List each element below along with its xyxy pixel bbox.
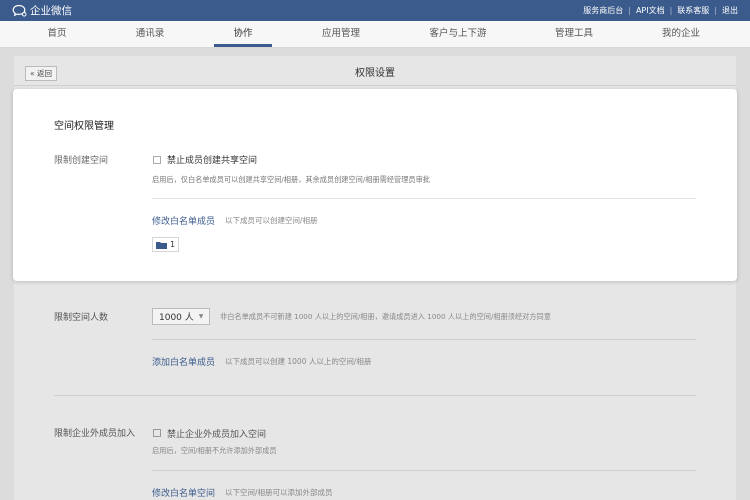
divider [152, 470, 696, 471]
external-limit-label: 限制企业外成员加入 [54, 429, 136, 439]
external-whitelist-hint: 以下空间/相册可以添加外部成员 [225, 488, 333, 497]
highlighted-card: 空间权限管理 限制创建空间 禁止成员创建共享空间 启用后，仅白名单成员可以创建共… [13, 89, 737, 281]
nav-home[interactable]: 首页 [47, 21, 66, 48]
divider [152, 339, 696, 340]
section-divider [54, 395, 696, 396]
create-whitelist-hint: 以下成员可以创建空间/相册 [225, 216, 318, 225]
divider [152, 198, 696, 199]
logo[interactable]: 企业微信 [12, 3, 72, 18]
external-whitelist-link[interactable]: 修改白名单空间 [152, 486, 215, 499]
size-limit-label: 限制空间人数 [54, 313, 109, 323]
section-title: 空间权限管理 [54, 121, 114, 132]
size-limit-whitelist-hint: 以下成员可以创建 1000 人以上的空间/相册 [225, 357, 372, 366]
create-limit-label: 限制创建空间 [54, 156, 109, 166]
whitelist-count: 1 [170, 240, 176, 249]
wecom-logo-icon [12, 4, 27, 17]
folder-icon [156, 241, 167, 249]
separator: | [628, 6, 631, 15]
whitelist-department-tag[interactable]: 1 [152, 237, 180, 252]
chevron-down-icon: ▼ [198, 313, 204, 320]
nav-management-tools[interactable]: 管理工具 [555, 21, 593, 48]
top-link-support[interactable]: 联系客服 [677, 5, 709, 16]
app-title: 企业微信 [30, 5, 72, 17]
member-limit-select[interactable]: 1000 人 ▼ [152, 308, 211, 325]
top-bar: 企业微信 服务商后台 | API文档 | 联系客服 | 退出 [0, 0, 750, 21]
create-limit-checkbox[interactable] [153, 156, 161, 164]
create-whitelist-link[interactable]: 修改白名单成员 [152, 214, 215, 227]
external-limit-checkbox-label[interactable]: 禁止企业外成员加入空间 [167, 427, 266, 440]
top-link-api-docs[interactable]: API文档 [636, 5, 665, 16]
top-link-logout[interactable]: 退出 [722, 5, 738, 16]
external-limit-desc: 启用后，空间/相册不允许添加外部成员 [152, 446, 277, 455]
main-nav: 首页 通讯录 协作 应用管理 客户与上下游 管理工具 我的企业 [0, 21, 750, 48]
create-limit-desc: 启用后，仅白名单成员可以创建共享空间/相册，其余成员创建空间/相册需经管理员审批 [152, 175, 430, 184]
separator: | [669, 6, 673, 15]
size-limit-desc: 非白名单成员不可新建 1000 人以上的空间/相册，邀请成员进入 1000 人以… [220, 312, 551, 321]
top-link-service-admin[interactable]: 服务商后台 [583, 5, 623, 16]
nav-customers-partners[interactable]: 客户与上下游 [429, 21, 486, 48]
external-limit-checkbox[interactable] [153, 429, 161, 437]
nav-my-enterprise[interactable]: 我的企业 [662, 21, 700, 48]
nav-contacts[interactable]: 通讯录 [136, 21, 165, 48]
create-limit-checkbox-label[interactable]: 禁止成员创建共享空间 [167, 153, 257, 166]
size-limit-whitelist-link[interactable]: 添加白名单成员 [152, 355, 215, 368]
settings-header: « 返回 权限设置 [14, 56, 736, 86]
nav-app-management[interactable]: 应用管理 [322, 21, 360, 48]
top-links: 服务商后台 | API文档 | 联系客服 | 退出 [583, 5, 738, 16]
separator: | [714, 6, 717, 15]
page-title: 权限设置 [355, 68, 395, 79]
member-limit-value: 1000 人 [159, 313, 194, 323]
nav-active-indicator [214, 44, 272, 47]
